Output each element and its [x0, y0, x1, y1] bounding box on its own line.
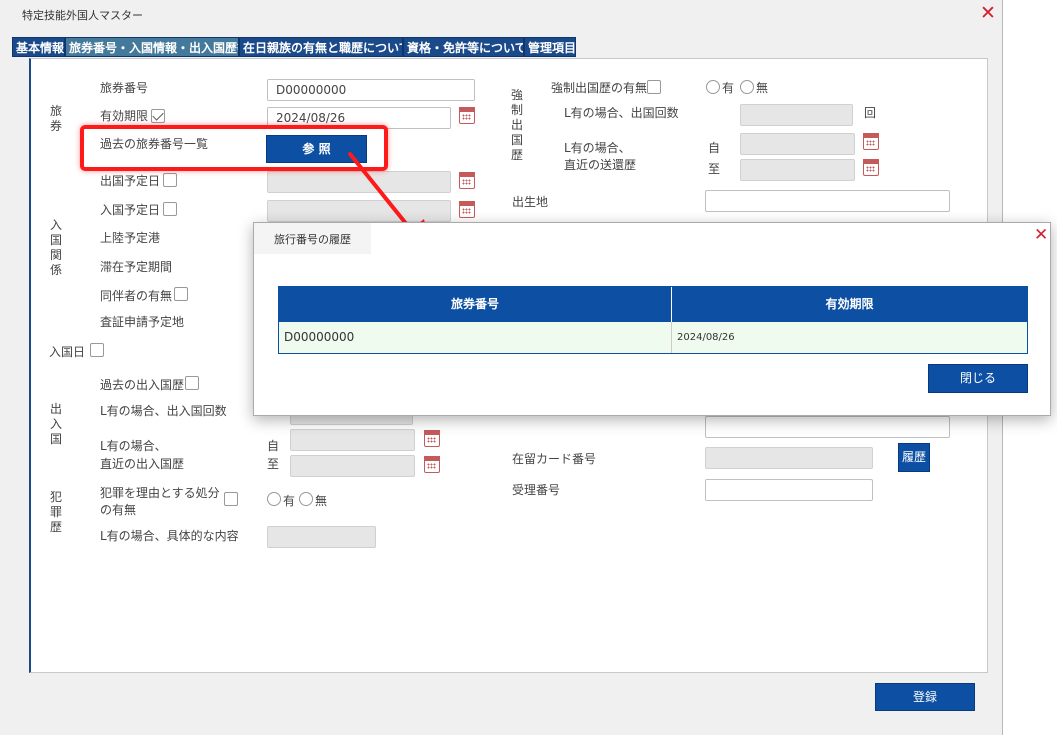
history-table: 旅券番号 有効期限 D00000000 2024/08/26 [278, 286, 1028, 354]
popup-title: 旅行番号の履歴 [274, 233, 351, 246]
popup-close-button[interactable]: 閉じる [928, 364, 1028, 393]
table-cell-passport: D00000000 [279, 322, 672, 353]
arrow-shaft [348, 152, 414, 233]
table-cell-expiry: 2024/08/26 [672, 322, 1027, 353]
history-popup: 旅行番号の履歴 ✕ 旅券番号 有効期限 D00000000 2024/08/26… [253, 222, 1051, 416]
column-header-passport: 旅券番号 [279, 287, 672, 322]
column-header-expiry: 有効期限 [672, 287, 1027, 322]
popup-close-icon[interactable]: ✕ [1034, 225, 1048, 245]
